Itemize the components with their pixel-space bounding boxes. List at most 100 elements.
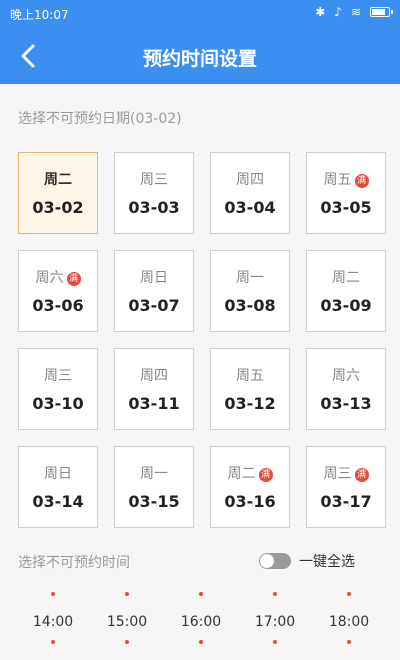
dot-marker [347, 592, 351, 596]
time-label: 15:00 [106, 614, 148, 630]
date-card[interactable]: 周五满 03-05 [306, 152, 386, 234]
date-value: 03-07 [128, 296, 180, 315]
select-all-label: 一键全选 [299, 554, 355, 570]
full-badge: 满 [354, 174, 369, 188]
date-value: 03-12 [224, 394, 276, 413]
status-bar: 晚上10:07 ✱ ♪ ≋ [0, 0, 400, 28]
weekday-text: 周一 [140, 466, 168, 482]
date-card[interactable]: 周四 03-04 [210, 152, 290, 234]
weekday-label: 周六 [307, 365, 385, 385]
date-section-label: 选择不可预约日期(03-02) [18, 111, 182, 127]
weekday-label: 周日 [19, 463, 97, 483]
date-card[interactable]: 周一 03-08 [210, 250, 290, 332]
weekday-label: 周二 [19, 169, 97, 189]
weekday-label: 周三 [115, 169, 193, 189]
full-badge: 满 [354, 468, 369, 482]
time-slot[interactable]: 16:00 [171, 592, 231, 652]
weekday-text: 周六 [332, 368, 360, 384]
time-slot[interactable]: 17:00 [245, 592, 305, 652]
select-all-toggle[interactable]: 一键全选 [259, 551, 355, 571]
time-slot[interactable]: 14:00 [23, 592, 83, 652]
date-value: 03-05 [320, 198, 372, 217]
weekday-label: 周一 [115, 463, 193, 483]
mute-icon: ♪ [334, 5, 342, 19]
date-card[interactable]: 周六满 03-06 [18, 250, 98, 332]
time-label: 18:00 [328, 614, 370, 630]
dot-marker [125, 592, 129, 596]
time-slot[interactable]: 18:00 [319, 592, 379, 652]
status-time: 晚上10:07 [10, 8, 69, 22]
date-card[interactable]: 周三 03-10 [18, 348, 98, 430]
weekday-text: 周二 [227, 466, 256, 482]
date-card[interactable]: 周五 03-12 [210, 348, 290, 430]
full-badge: 满 [66, 272, 81, 286]
weekday-text: 周五 [323, 172, 352, 188]
weekday-text: 周六 [35, 270, 64, 286]
weekday-label: 周一 [211, 267, 289, 287]
dot-marker [51, 592, 55, 596]
weekday-text: 周一 [236, 270, 264, 286]
dot-marker [273, 640, 277, 644]
date-value: 03-11 [128, 394, 180, 413]
weekday-text: 周二 [44, 172, 72, 188]
date-card[interactable]: 周日 03-14 [18, 446, 98, 528]
date-value: 03-04 [224, 198, 276, 217]
full-badge: 满 [258, 468, 273, 482]
weekday-text: 周日 [44, 466, 72, 482]
weekday-label: 周三 [19, 365, 97, 385]
weekday-label: 周日 [115, 267, 193, 287]
date-card[interactable]: 周二 03-09 [306, 250, 386, 332]
weekday-label: 周六满 [19, 267, 97, 287]
weekday-text: 周三 [140, 172, 168, 188]
date-card[interactable]: 周六 03-13 [306, 348, 386, 430]
weekday-text: 周三 [323, 466, 352, 482]
date-value: 03-03 [128, 198, 180, 217]
date-value: 03-02 [32, 198, 84, 217]
date-card[interactable]: 周二满 03-16 [210, 446, 290, 528]
date-card[interactable]: 周四 03-11 [114, 348, 194, 430]
date-value: 03-06 [32, 296, 84, 315]
weekday-label: 周四 [211, 169, 289, 189]
weekday-text: 周三 [44, 368, 72, 384]
weekday-label: 周二 [307, 267, 385, 287]
date-value: 03-17 [320, 492, 372, 511]
dot-marker [273, 592, 277, 596]
weekday-text: 周四 [140, 368, 168, 384]
weekday-label: 周五 [211, 365, 289, 385]
date-value: 03-14 [32, 492, 84, 511]
date-value: 03-15 [128, 492, 180, 511]
time-label: 16:00 [180, 614, 222, 630]
weekday-label: 周五满 [307, 169, 385, 189]
dot-marker [125, 640, 129, 644]
wifi-icon: ≋ [350, 5, 361, 19]
weekday-label: 周三满 [307, 463, 385, 483]
dot-marker [51, 640, 55, 644]
date-value: 03-09 [320, 296, 372, 315]
weekday-label: 周二满 [211, 463, 289, 483]
date-card[interactable]: 周二 03-02 [18, 152, 98, 234]
time-slot[interactable]: 15:00 [97, 592, 157, 652]
nav-bar: 预约时间设置 [0, 28, 400, 84]
time-section-label: 选择不可预约时间 [18, 555, 130, 571]
weekday-label: 周四 [115, 365, 193, 385]
date-card[interactable]: 周三满 03-17 [306, 446, 386, 528]
toggle-switch[interactable] [259, 553, 291, 569]
time-label: 14:00 [32, 614, 74, 630]
time-label: 17:00 [254, 614, 296, 630]
battery-icon [370, 7, 393, 17]
date-card[interactable]: 周三 03-03 [114, 152, 194, 234]
time-slot-row: 14:00 15:00 16:00 17:00 18:00 [0, 592, 400, 652]
date-card[interactable]: 周一 03-15 [114, 446, 194, 528]
status-icons: ✱ ♪ ≋ [315, 5, 393, 19]
date-card[interactable]: 周日 03-07 [114, 250, 194, 332]
weekday-text: 周五 [236, 368, 264, 384]
weekday-text: 周四 [236, 172, 264, 188]
weekday-text: 周二 [332, 270, 360, 286]
page-title: 预约时间设置 [142, 48, 257, 70]
weekday-text: 周日 [140, 270, 168, 286]
date-value: 03-16 [224, 492, 276, 511]
dot-marker [347, 640, 351, 644]
dot-marker [199, 640, 203, 644]
bluetooth-icon: ✱ [315, 5, 326, 19]
date-value: 03-13 [320, 394, 372, 413]
